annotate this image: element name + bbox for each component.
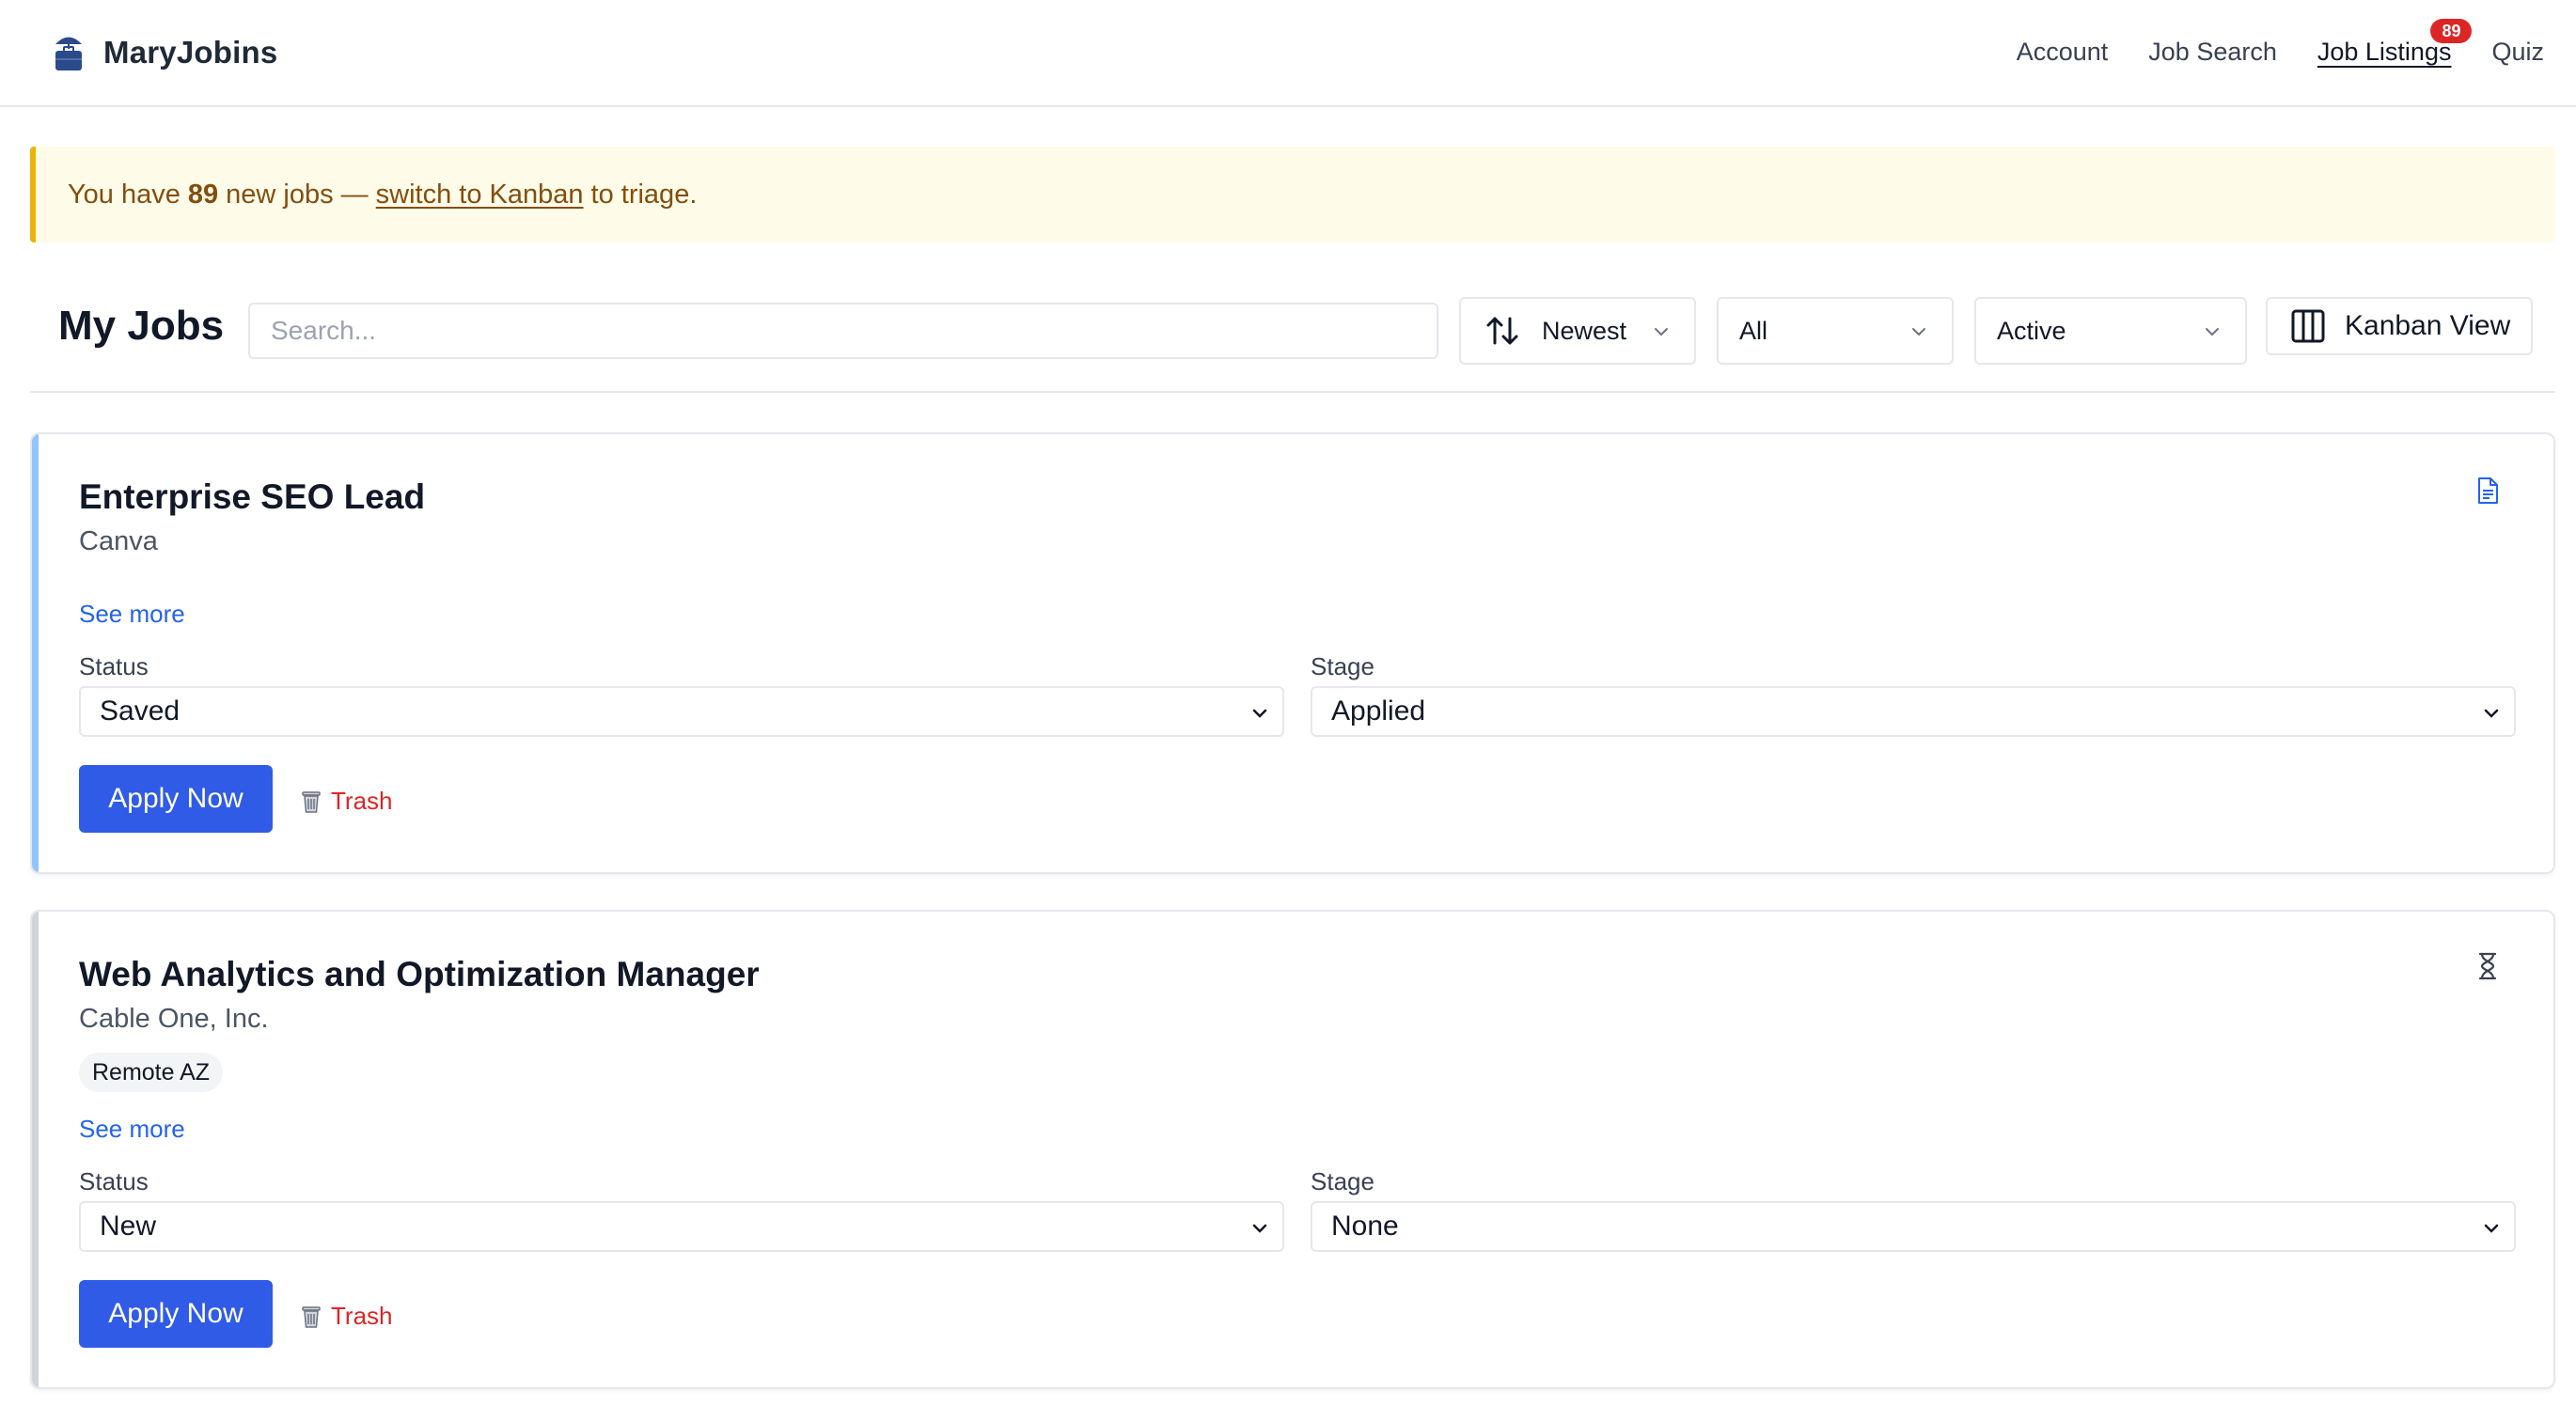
company-name: Canva [79, 526, 158, 556]
search-input[interactable] [248, 303, 1438, 359]
nav-job-listings-label: Job Listings [2317, 38, 2452, 66]
sort-value: Newest [1542, 316, 1627, 345]
chevron-down-icon [2484, 1224, 2499, 1233]
nav-job-search[interactable]: Job Search [2148, 34, 2277, 70]
banner-middle: new jobs — [226, 179, 369, 210]
trash-label: Trash [331, 1302, 393, 1330]
new-jobs-badge: 89 [2430, 19, 2473, 43]
status-select[interactable]: Saved [79, 686, 1284, 737]
trash-button[interactable]: Trash [301, 1302, 393, 1331]
sort-dropdown[interactable]: Newest [1459, 297, 1696, 365]
chevron-down-icon [2484, 709, 2499, 718]
chevron-down-icon [1252, 709, 1267, 718]
top-navbar: MaryJobins Account Job Search Job Listin… [0, 0, 2576, 107]
chevron-down-icon [1912, 328, 1925, 336]
brand[interactable]: MaryJobins [53, 28, 277, 77]
card-accent-bar [32, 434, 39, 872]
job-title[interactable]: Web Analytics and Optimization Manager [79, 955, 760, 994]
trash-label: Trash [331, 787, 393, 815]
apply-now-button[interactable]: Apply Now [79, 1280, 273, 1348]
job-card: Web Analytics and Optimization Manager C… [30, 910, 2555, 1389]
banner-prefix: You have [68, 179, 181, 210]
nav-job-listings[interactable]: Job Listings 89 [2317, 19, 2473, 70]
stage-value: None [1331, 1211, 1399, 1242]
job-title[interactable]: Enterprise SEO Lead [79, 477, 425, 517]
sort-arrows-icon [1486, 317, 1518, 345]
hourglass-icon[interactable] [2474, 951, 2501, 981]
see-more-link[interactable]: See more [79, 600, 185, 629]
document-icon[interactable] [2474, 476, 2501, 506]
chevron-down-icon [1252, 1224, 1267, 1233]
stage-select[interactable]: None [1311, 1201, 2516, 1252]
status-label: Status [79, 652, 149, 680]
kanban-view-label: Kanban View [2345, 310, 2511, 341]
apply-now-button[interactable]: Apply Now [79, 765, 273, 833]
nav-account[interactable]: Account [2017, 34, 2109, 70]
category-filter-dropdown[interactable]: All [1717, 297, 1954, 365]
trash-icon [302, 1305, 321, 1328]
brand-name: MaryJobins [103, 35, 278, 70]
chevron-down-icon [1655, 328, 1668, 336]
chevron-down-icon [2206, 328, 2219, 336]
company-name: Cable One, Inc. [79, 1004, 269, 1034]
banner-count: 89 [187, 179, 219, 210]
status-value: Saved [100, 695, 181, 726]
nav-quiz[interactable]: Quiz [2491, 34, 2544, 70]
jobs-toolbar: My Jobs Newest All Active Kanban View [30, 297, 2555, 393]
kanban-view-button[interactable]: Kanban View [2266, 297, 2533, 355]
page-title: My Jobs [58, 303, 225, 349]
category-filter-value: All [1739, 316, 1768, 345]
job-card: Enterprise SEO Lead Canva See more Statu… [30, 432, 2555, 874]
state-filter-dropdown[interactable]: Active [1974, 297, 2247, 365]
columns-icon [2291, 309, 2325, 343]
stage-label: Stage [1311, 1167, 1374, 1195]
banner-suffix: to triage. [590, 179, 698, 210]
new-jobs-banner: You have 89 new jobs — switch to Kanban … [30, 147, 2555, 242]
umbrella-briefcase-logo-icon [55, 37, 82, 70]
trash-button[interactable]: Trash [301, 787, 393, 816]
stage-select[interactable]: Applied [1311, 686, 2516, 737]
main-nav: Account Job Search Job Listings 89 Quiz [1976, 19, 2544, 70]
card-accent-bar [32, 912, 39, 1387]
status-value: New [100, 1211, 157, 1242]
see-more-link[interactable]: See more [79, 1115, 185, 1144]
state-filter-value: Active [1997, 316, 2066, 345]
location-tag: Remote AZ [79, 1053, 224, 1092]
status-select[interactable]: New [79, 1201, 1284, 1252]
status-label: Status [79, 1167, 149, 1195]
stage-label: Stage [1311, 652, 1374, 680]
stage-value: Applied [1331, 695, 1426, 726]
trash-icon [302, 790, 321, 813]
switch-to-kanban-link[interactable]: switch to Kanban [376, 180, 584, 211]
